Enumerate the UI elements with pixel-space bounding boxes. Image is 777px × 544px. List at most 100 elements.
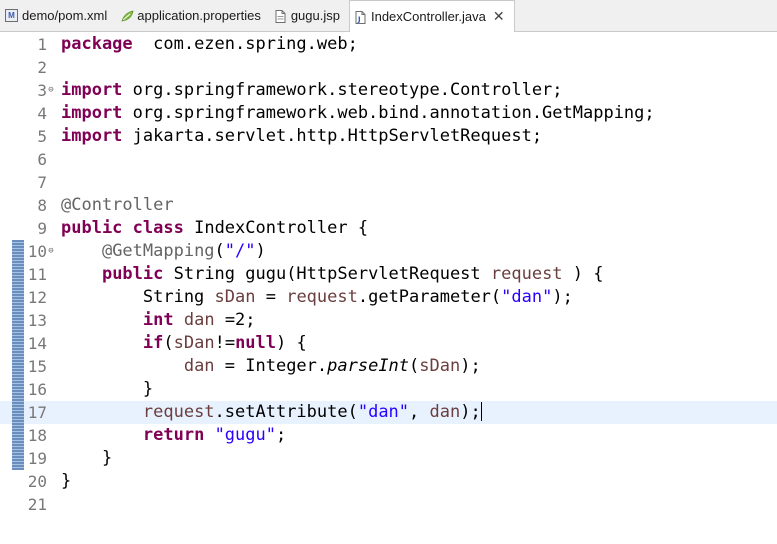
code-line[interactable]: 15 dan = Integer.parseInt(sDan); <box>0 355 777 378</box>
code-text: import jakarta.servlet.http.HttpServletR… <box>61 125 542 148</box>
fold-toggle-icon[interactable]: ⊖ <box>47 86 55 95</box>
code-text: public String gugu(HttpServletRequest re… <box>61 263 604 286</box>
code-line[interactable]: 11 public String gugu(HttpServletRequest… <box>0 263 777 286</box>
code-token: ) <box>255 241 266 261</box>
code-token: =2; <box>214 310 256 330</box>
code-token: request <box>490 264 563 284</box>
code-text: } <box>61 447 112 470</box>
code-line[interactable]: 19 } <box>0 447 777 470</box>
code-token: parseInt <box>327 356 410 376</box>
line-number: 6 <box>37 150 47 169</box>
code-token: com.ezen.spring.web; <box>132 34 358 54</box>
code-token: .getParameter( <box>357 287 502 307</box>
code-token: ); <box>460 356 481 376</box>
code-token: import <box>61 80 123 100</box>
line-number: 3 <box>37 81 47 100</box>
code-line[interactable]: 1 package com.ezen.spring.web; <box>0 33 777 56</box>
code-text: import org.springframework.web.bind.anno… <box>61 102 655 125</box>
code-text: @Controller <box>61 194 174 217</box>
editor-tab-bar: Mdemo/pom.xml application.properties gugu.… <box>0 0 777 32</box>
code-text: import org.springframework.stereotype.Co… <box>61 79 563 102</box>
tab-label: application.properties <box>137 8 261 23</box>
tab-demo-pom-xml[interactable]: Mdemo/pom.xml <box>0 0 116 31</box>
code-line[interactable]: 12 String sDan = request.getParameter("d… <box>0 286 777 309</box>
line-number: 4 <box>37 104 47 123</box>
code-token: return <box>142 425 205 445</box>
code-token: import <box>61 126 123 146</box>
code-token: } <box>61 471 72 491</box>
code-token: public <box>101 264 164 284</box>
code-token: sDan <box>173 333 215 353</box>
code-text: return "gugu"; <box>61 424 286 447</box>
code-text: } <box>61 378 153 401</box>
code-editor[interactable]: 1 package com.ezen.spring.web; 2 3 ⊖ import o… <box>0 32 777 544</box>
code-token: ( <box>214 241 225 261</box>
code-line[interactable]: 3 ⊖ import org.springframework.stereotype.… <box>0 79 777 102</box>
code-token: "dan" <box>357 402 410 422</box>
code-text: if(sDan!=null) { <box>61 332 307 355</box>
code-token: .setAttribute( <box>214 402 358 422</box>
line-number: 1 <box>37 35 47 54</box>
code-line[interactable]: 4 import org.springframework.web.bind.ann… <box>0 102 777 125</box>
java-file-icon: J <box>355 10 367 24</box>
code-token: "gugu" <box>214 425 276 445</box>
code-text: int dan =2; <box>61 309 256 332</box>
code-token: , <box>409 402 430 422</box>
code-token: dan <box>183 356 215 376</box>
code-token: package <box>61 34 133 54</box>
code-token: org.springframework.stereotype.Controlle… <box>122 80 563 100</box>
line-number: 7 <box>37 173 47 192</box>
tab-application-properties[interactable]: application.properties <box>116 0 270 31</box>
tab-label: demo/pom.xml <box>22 8 108 23</box>
code-line[interactable]: 6 <box>0 148 777 171</box>
code-token: dan <box>429 402 461 422</box>
jsp-file-icon <box>275 9 287 23</box>
code-line[interactable]: 18 return "gugu"; <box>0 424 777 447</box>
close-icon[interactable]: ✕ <box>493 8 505 25</box>
code-text: dan = Integer.parseInt(sDan); <box>61 355 481 378</box>
line-number: 8 <box>37 196 47 215</box>
code-line[interactable]: 8 @Controller <box>0 194 777 217</box>
code-token: int <box>142 310 174 330</box>
code-token: jakarta.servlet.http.HttpServletRequest; <box>122 126 543 146</box>
text-caret <box>480 402 482 421</box>
fold-toggle-icon[interactable]: ⊖ <box>47 247 55 256</box>
tab-indexcontroller-java[interactable]: J IndexController.java ✕ <box>348 0 515 32</box>
code-token: ) { <box>276 333 307 353</box>
code-text: @GetMapping("/") <box>61 240 266 263</box>
code-token: ) { <box>562 264 604 284</box>
code-line[interactable]: 21 <box>0 493 777 516</box>
code-line[interactable]: 17 request.setAttribute("dan", dan); <box>0 401 777 424</box>
code-line[interactable]: 10 ⊖ @GetMapping("/") <box>0 240 777 263</box>
code-token: != <box>214 333 236 353</box>
change-indicator-bar <box>12 240 24 470</box>
code-line[interactable]: 5 import jakarta.servlet.http.HttpServlet… <box>0 125 777 148</box>
code-token: ( <box>409 356 420 376</box>
code-token: import <box>61 103 123 123</box>
code-line[interactable]: 2 <box>0 56 777 79</box>
code-text: } <box>61 470 71 493</box>
code-line[interactable]: 7 <box>0 171 777 194</box>
code-line[interactable]: 20} <box>0 470 777 493</box>
tab-label: IndexController.java <box>370 9 486 24</box>
code-line[interactable]: 14 if(sDan!=null) { <box>0 332 777 355</box>
code-token: IndexController { <box>183 218 369 238</box>
code-line[interactable]: 16 } <box>0 378 777 401</box>
code-text: package com.ezen.spring.web; <box>61 33 358 56</box>
line-number: 9 <box>37 219 47 238</box>
code-text: request.setAttribute("dan", dan); <box>61 401 482 424</box>
code-token: org.springframework.web.bind.annotation.… <box>122 103 655 123</box>
code-token: dan <box>183 310 215 330</box>
code-line[interactable]: 13 int dan =2; <box>0 309 777 332</box>
code-token: } <box>61 379 154 399</box>
tab-gugu-jsp[interactable]: gugu.jsp <box>270 0 349 31</box>
properties-icon <box>121 9 134 22</box>
code-token: } <box>61 448 113 468</box>
code-line[interactable]: 9 public class IndexController { <box>0 217 777 240</box>
code-token: null <box>235 333 277 353</box>
